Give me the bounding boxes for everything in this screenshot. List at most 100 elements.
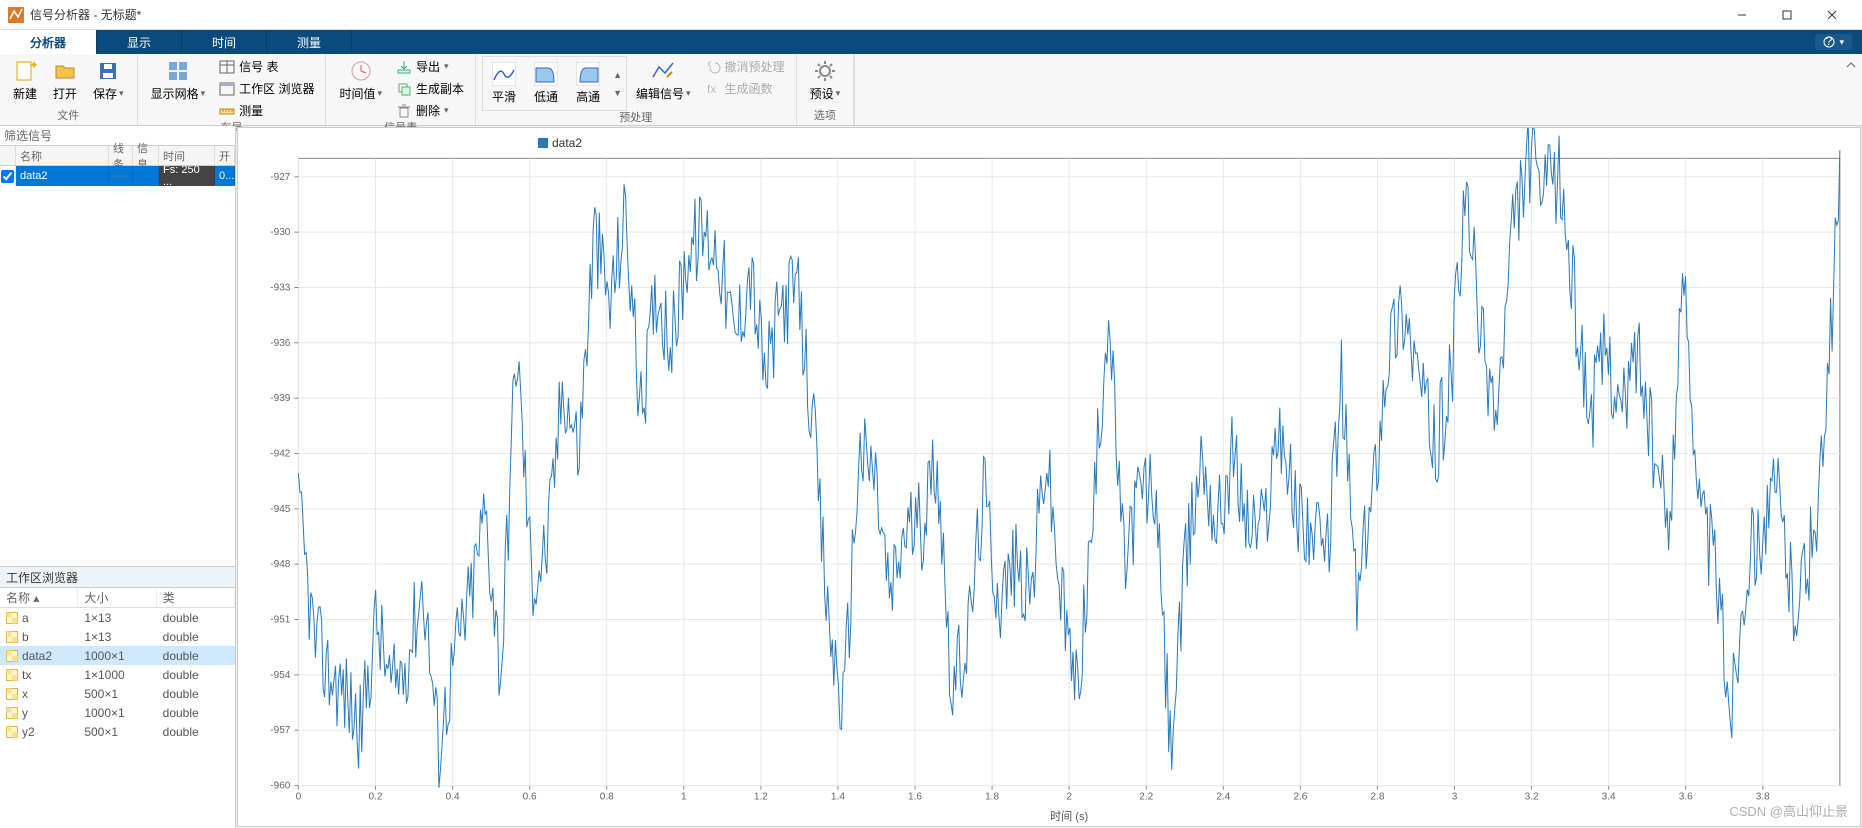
help-area: ? ▾ xyxy=(1805,30,1862,54)
chart-canvas[interactable]: 00.20.40.60.811.21.41.61.822.22.42.62.83… xyxy=(238,128,1860,826)
workspace-row[interactable]: x500×1double xyxy=(0,684,235,703)
display-grid-button[interactable]: 显示网格▾ xyxy=(144,56,213,105)
svg-text:2: 2 xyxy=(1066,792,1072,803)
highpass-icon xyxy=(576,62,600,86)
titlebar: 信号分析器 - 无标题* xyxy=(0,0,1862,30)
signal-checkbox[interactable] xyxy=(1,170,14,183)
preset-button[interactable]: 预设▾ xyxy=(803,56,848,105)
svg-text:-939: -939 xyxy=(270,393,291,404)
time-values-button[interactable]: 时间值▾ xyxy=(332,56,389,105)
wb-col-class[interactable]: 类 xyxy=(157,588,235,607)
legend-swatch-icon xyxy=(538,138,548,148)
variable-icon xyxy=(6,631,18,643)
undo-preprocess-button: 撤消预处理 xyxy=(700,56,790,77)
svg-text:-957: -957 xyxy=(270,725,291,736)
variable-icon xyxy=(6,726,18,738)
svg-text:1.8: 1.8 xyxy=(985,792,999,803)
svg-text:-960: -960 xyxy=(270,781,291,792)
edit-signal-button[interactable]: 编辑信号▾ xyxy=(629,56,698,105)
export-icon xyxy=(396,59,412,75)
ribbon-collapse-icon[interactable] xyxy=(1844,58,1858,75)
svg-text:fx: fx xyxy=(707,82,716,96)
gen-function-button: fx生成函数 xyxy=(700,78,790,99)
signal-row[interactable]: data2 Fs: 250 ... 0... xyxy=(0,166,235,186)
chevron-up-icon[interactable]: ▲ xyxy=(613,70,622,80)
tab-measure[interactable]: 测量 xyxy=(267,30,352,54)
svg-text:1.2: 1.2 xyxy=(754,792,768,803)
delete-button[interactable]: 删除▾ xyxy=(391,100,469,121)
signal-table-toggle[interactable]: 信号 表 xyxy=(214,56,319,77)
new-button[interactable]: ✦ 新建 xyxy=(6,56,44,105)
minimize-button[interactable] xyxy=(1719,0,1764,30)
wb-col-size[interactable]: 大小 xyxy=(78,588,156,607)
svg-text:2.4: 2.4 xyxy=(1216,792,1230,803)
svg-text:时间 (s): 时间 (s) xyxy=(1050,810,1088,823)
watermark: CSDN @高山仰止景 xyxy=(1729,801,1848,820)
svg-text:2.6: 2.6 xyxy=(1293,792,1307,803)
workspace-row[interactable]: y1000×1double xyxy=(0,703,235,722)
tab-analyzer[interactable]: 分析器 xyxy=(0,30,97,54)
undo-icon xyxy=(705,59,721,75)
tabstrip: 分析器 显示 时间 测量 ? ▾ xyxy=(0,30,1862,54)
maximize-button[interactable] xyxy=(1764,0,1809,30)
gear-icon xyxy=(813,59,837,83)
workspace-row[interactable]: b1×13double xyxy=(0,627,235,646)
tab-time[interactable]: 时间 xyxy=(182,30,267,54)
close-button[interactable] xyxy=(1809,0,1854,30)
svg-text:2.2: 2.2 xyxy=(1139,792,1153,803)
tab-display[interactable]: 显示 xyxy=(97,30,182,54)
edit-signal-icon xyxy=(651,59,675,83)
help-button[interactable]: ? ▾ xyxy=(1815,34,1852,50)
workspace-row[interactable]: tx1×1000double xyxy=(0,665,235,684)
workspace-body: a1×13doubleb1×13doubledata21000×1doublet… xyxy=(0,608,235,828)
svg-text:1: 1 xyxy=(681,792,687,803)
new-icon: ✦ xyxy=(13,59,37,83)
plot-panel: data2 00.20.40.60.811.21.41.61.822.22.42… xyxy=(237,127,1861,827)
ribbon: ✦ 新建 打开 保存▾ 文件 显示网格▾ 信号 表 工作区 浏览器 测量 xyxy=(0,54,1862,126)
legend: data2 xyxy=(538,136,582,150)
trash-icon xyxy=(396,103,412,119)
svg-text:-948: -948 xyxy=(270,559,291,570)
smooth-button[interactable]: 平滑 xyxy=(485,59,523,108)
signal-table-header: 名称 线条 信息 时间 开 xyxy=(0,146,235,166)
lowpass-button[interactable]: 低通 xyxy=(527,59,565,108)
generate-copy-button[interactable]: 生成副本 xyxy=(391,78,469,99)
svg-text:1.6: 1.6 xyxy=(908,792,922,803)
group-signaltable: 时间值▾ 导出▾ 生成副本 删除▾ 信号表 xyxy=(326,54,476,125)
workspace-icon xyxy=(219,81,235,97)
grid-icon xyxy=(166,59,190,83)
variable-icon xyxy=(6,688,18,700)
workspace-browser-toggle[interactable]: 工作区 浏览器 xyxy=(214,78,319,99)
workspace-row[interactable]: y2500×1double xyxy=(0,722,235,741)
svg-text:3.2: 3.2 xyxy=(1525,792,1539,803)
chevron-down-icon[interactable]: ▼ xyxy=(613,88,622,98)
svg-text:-942: -942 xyxy=(270,449,291,460)
highpass-button[interactable]: 高通 xyxy=(569,59,607,108)
variable-icon xyxy=(6,612,18,624)
svg-text:3.4: 3.4 xyxy=(1602,792,1616,803)
svg-text:2.8: 2.8 xyxy=(1370,792,1384,803)
workspace-row[interactable]: a1×13double xyxy=(0,608,235,627)
svg-text:-930: -930 xyxy=(270,227,291,238)
svg-text:0.4: 0.4 xyxy=(446,792,460,803)
open-button[interactable]: 打开 xyxy=(46,56,84,105)
svg-text:3: 3 xyxy=(1452,792,1458,803)
left-panel: 筛选信号 名称 线条 信息 时间 开 data2 Fs: 250 ... 0..… xyxy=(0,126,236,828)
svg-text:-951: -951 xyxy=(270,615,291,626)
svg-text:1.4: 1.4 xyxy=(831,792,845,803)
measure-toggle[interactable]: 测量 xyxy=(214,100,319,121)
wb-col-name[interactable]: 名称 ▴ xyxy=(0,588,78,607)
copy-icon xyxy=(396,81,412,97)
save-button[interactable]: 保存▾ xyxy=(86,56,131,105)
window-title: 信号分析器 - 无标题* xyxy=(30,6,1719,23)
variable-icon xyxy=(6,650,18,662)
function-icon: fx xyxy=(705,81,721,97)
svg-text:-927: -927 xyxy=(270,172,291,183)
workspace-row[interactable]: data21000×1double xyxy=(0,646,235,665)
svg-text:✦: ✦ xyxy=(29,59,37,72)
svg-text:0.8: 0.8 xyxy=(600,792,614,803)
variable-icon xyxy=(6,669,18,681)
export-button[interactable]: 导出▾ xyxy=(391,56,469,77)
svg-text:-936: -936 xyxy=(270,338,291,349)
group-preprocess: 平滑 低通 高通 ▲ ▼ 编辑信号▾ 撤消预 xyxy=(476,54,797,125)
